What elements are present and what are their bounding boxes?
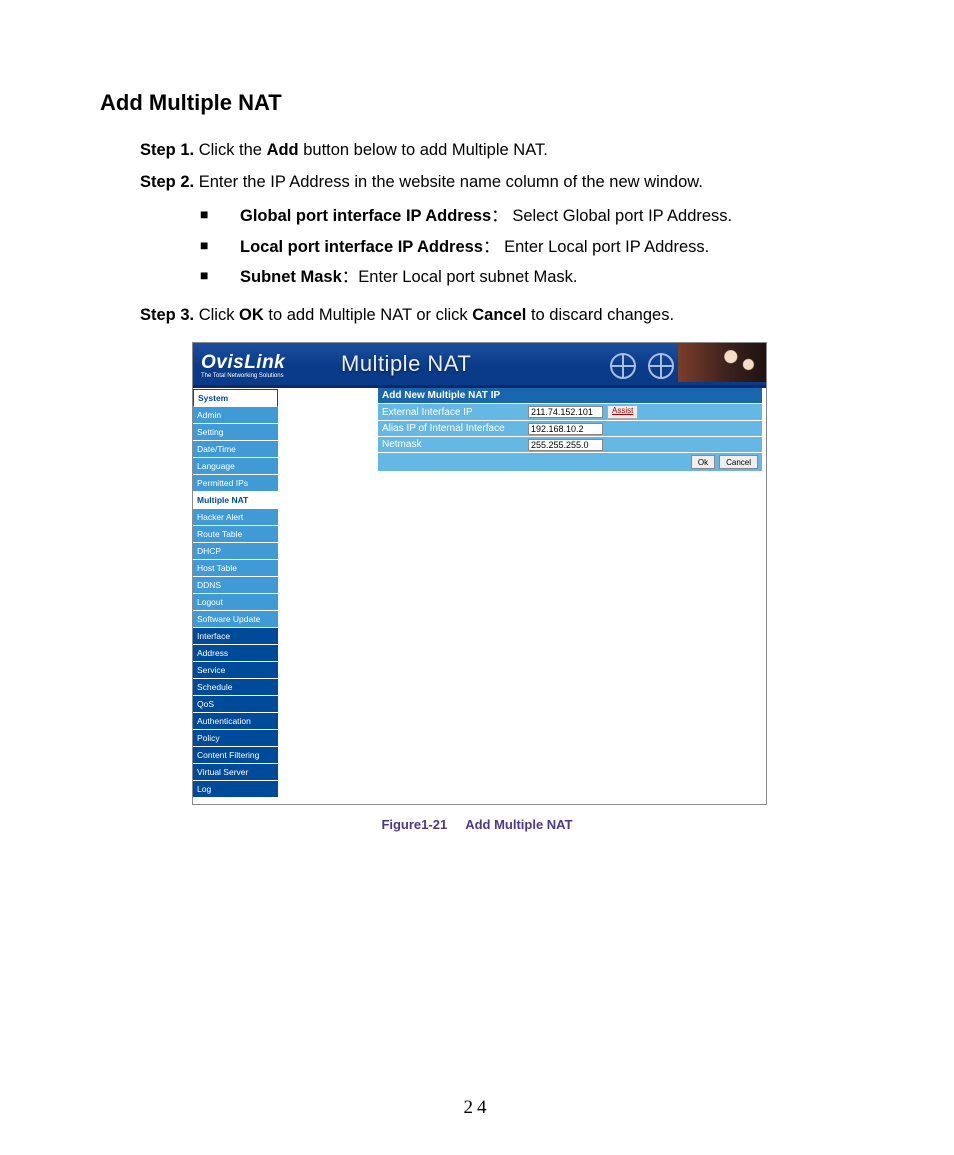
step-3-pre: Click bbox=[199, 306, 239, 324]
nav-section-service[interactable]: Service bbox=[193, 662, 278, 679]
input-netmask[interactable] bbox=[528, 439, 603, 451]
bullet-subnet-mask-bold: Subnet Mask bbox=[240, 268, 342, 286]
globe-icons bbox=[610, 353, 674, 379]
form-panel: Add New Multiple NAT IP External Interfa… bbox=[378, 388, 766, 471]
step-2-label: Step 2. bbox=[140, 173, 194, 191]
nav-section-qos[interactable]: QoS bbox=[193, 696, 278, 713]
nav-section-system[interactable]: System bbox=[193, 389, 278, 407]
form-button-row: Ok Cancel bbox=[378, 452, 762, 471]
nav-section-schedule[interactable]: Schedule bbox=[193, 679, 278, 696]
step-2-text: Enter the IP Address in the website name… bbox=[199, 173, 703, 191]
nav-section-log[interactable]: Log bbox=[193, 781, 278, 798]
page-number: 24 bbox=[0, 1097, 954, 1119]
form-row-netmask: Netmask bbox=[378, 436, 762, 452]
nav-section-virtual-server[interactable]: Virtual Server bbox=[193, 764, 278, 781]
step-2: Step 2. Enter the IP Address in the webs… bbox=[140, 170, 854, 196]
figure-number: Figure1-21 bbox=[381, 817, 447, 832]
nav-section-content-filtering[interactable]: Content Filtering bbox=[193, 747, 278, 764]
step-1-label: Step 1. bbox=[140, 141, 194, 159]
sidebar-item-hacker-alert[interactable]: Hacker Alert bbox=[193, 509, 278, 526]
sidebar-item-datetime[interactable]: Date/Time bbox=[193, 441, 278, 458]
brand-tagline: The Total Networking Solutions bbox=[201, 373, 341, 379]
label-external-ip: External Interface IP bbox=[378, 405, 526, 420]
form-row-external-ip: External Interface IP Assist bbox=[378, 403, 762, 420]
bullet-list: Global port interface IP Address： Select… bbox=[200, 201, 854, 293]
sidebar-item-setting[interactable]: Setting bbox=[193, 424, 278, 441]
globe-icon bbox=[610, 353, 636, 379]
sidebar-item-language[interactable]: Language bbox=[193, 458, 278, 475]
step-3-bold1: OK bbox=[239, 306, 264, 324]
sidebar-item-multiple-nat[interactable]: Multiple NAT bbox=[193, 492, 278, 509]
form-row-alias-ip: Alias IP of Internal Interface bbox=[378, 420, 762, 436]
step-1-pre: Click the bbox=[199, 141, 267, 159]
screenshot-window: OvisLink The Total Networking Solutions … bbox=[192, 342, 767, 805]
page-title: Add Multiple NAT bbox=[100, 90, 854, 116]
sidebar-item-admin[interactable]: Admin bbox=[193, 407, 278, 424]
ok-button[interactable]: Ok bbox=[691, 455, 715, 469]
sidebar-item-permitted-ips[interactable]: Permitted IPs bbox=[193, 475, 278, 492]
sidebar-item-host-table[interactable]: Host Table bbox=[193, 560, 278, 577]
step-3: Step 3. Click OK to add Multiple NAT or … bbox=[140, 303, 854, 329]
brand-block: OvisLink The Total Networking Solutions bbox=[193, 349, 341, 379]
step-3-bold2: Cancel bbox=[472, 306, 526, 324]
nav-section-interface[interactable]: Interface bbox=[193, 628, 278, 645]
figure-caption: Figure1-21 Add Multiple NAT bbox=[100, 817, 854, 832]
bullet-subnet-mask-text: Enter Local port subnet Mask. bbox=[358, 268, 577, 286]
step-3-post: to discard changes. bbox=[526, 306, 674, 324]
step-3-label: Step 3. bbox=[140, 306, 194, 324]
bullet-sep: ： bbox=[342, 268, 359, 286]
bullet-global-ip-text: Select Global port IP Address. bbox=[512, 207, 732, 225]
label-alias-ip: Alias IP of Internal Interface bbox=[378, 421, 526, 436]
bullet-sep: ： bbox=[491, 207, 512, 225]
left-nav: System Admin Setting Date/Time Language … bbox=[193, 388, 278, 798]
bullet-sep: ： bbox=[483, 238, 504, 256]
nav-section-address[interactable]: Address bbox=[193, 645, 278, 662]
bullet-subnet-mask: Subnet Mask：Enter Local port subnet Mask… bbox=[200, 262, 854, 293]
assist-button[interactable]: Assist bbox=[607, 405, 638, 419]
sidebar-item-ddns[interactable]: DDNS bbox=[193, 577, 278, 594]
bullet-local-ip-text: Enter Local port IP Address. bbox=[504, 238, 709, 256]
input-alias-ip[interactable] bbox=[528, 423, 603, 435]
header-photo bbox=[678, 343, 766, 382]
screenshot-header-title: Multiple NAT bbox=[341, 351, 471, 377]
sidebar-item-dhcp[interactable]: DHCP bbox=[193, 543, 278, 560]
screenshot-header: OvisLink The Total Networking Solutions … bbox=[193, 343, 766, 388]
figure-title: Add Multiple NAT bbox=[465, 817, 572, 832]
step-1-bold: Add bbox=[267, 141, 299, 159]
cancel-button[interactable]: Cancel bbox=[719, 455, 758, 469]
bullet-local-ip-bold: Local port interface IP Address bbox=[240, 238, 483, 256]
sidebar-item-route-table[interactable]: Route Table bbox=[193, 526, 278, 543]
step-1-post: button below to add Multiple NAT. bbox=[299, 141, 548, 159]
brand-name: OvisLink bbox=[201, 353, 341, 372]
form-title: Add New Multiple NAT IP bbox=[378, 388, 762, 403]
sidebar-item-software-update[interactable]: Software Update bbox=[193, 611, 278, 628]
globe-icon bbox=[648, 353, 674, 379]
bullet-local-ip: Local port interface IP Address： Enter L… bbox=[200, 232, 854, 263]
input-external-ip[interactable] bbox=[528, 406, 603, 418]
step-1: Step 1. Click the Add button below to ad… bbox=[140, 138, 854, 164]
sidebar-item-logout[interactable]: Logout bbox=[193, 594, 278, 611]
nav-section-authentication[interactable]: Authentication bbox=[193, 713, 278, 730]
step-3-mid: to add Multiple NAT or click bbox=[264, 306, 472, 324]
nav-section-policy[interactable]: Policy bbox=[193, 730, 278, 747]
label-netmask: Netmask bbox=[378, 437, 526, 452]
bullet-global-ip-bold: Global port interface IP Address bbox=[240, 207, 491, 225]
bullet-global-ip: Global port interface IP Address： Select… bbox=[200, 201, 854, 232]
